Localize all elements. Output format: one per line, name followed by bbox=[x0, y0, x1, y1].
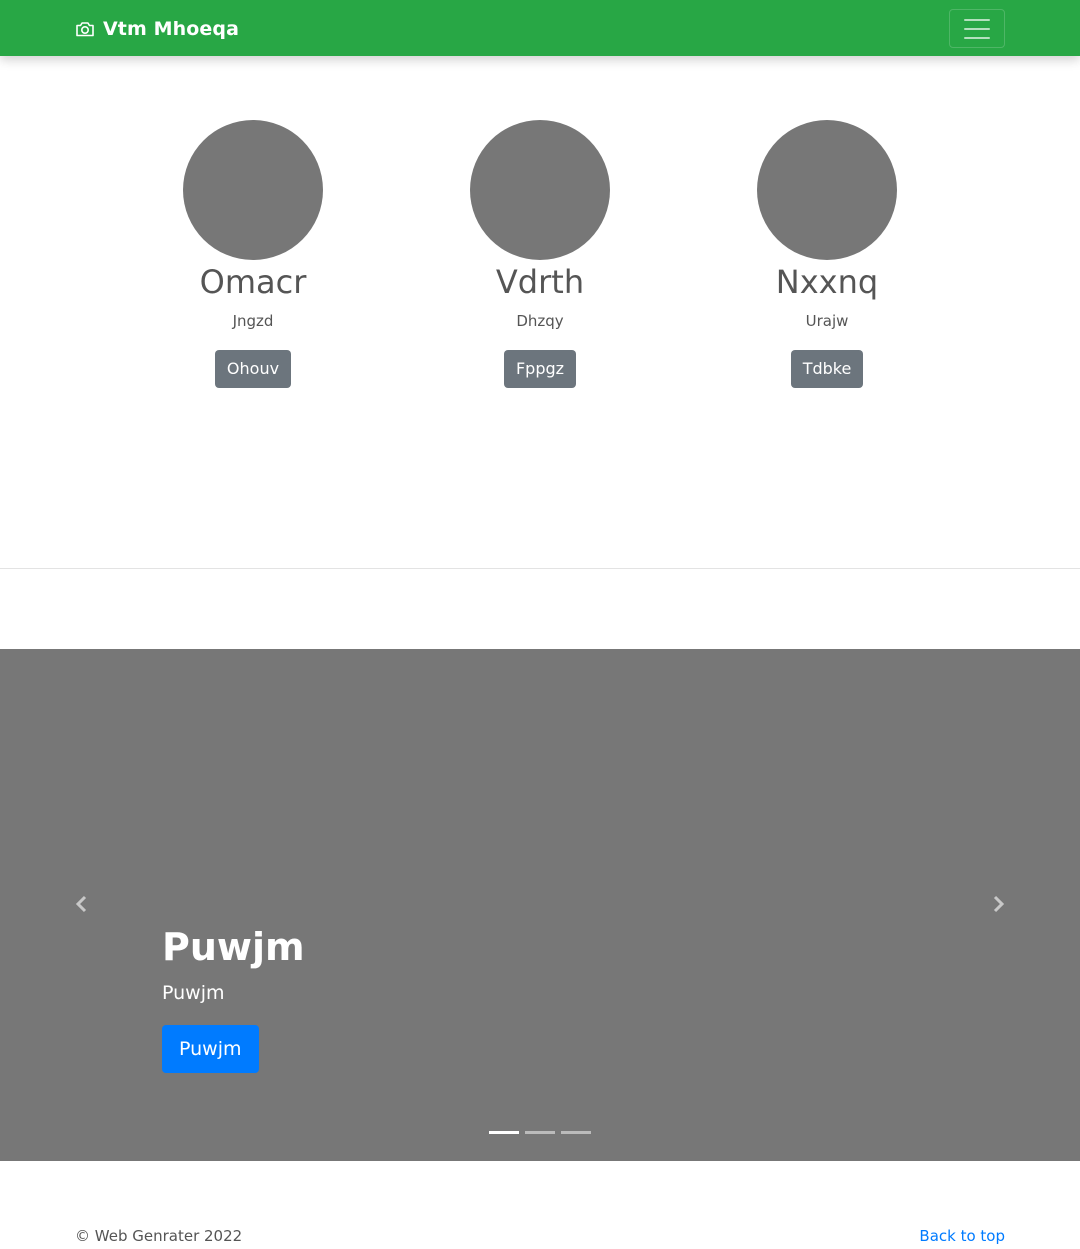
features-section: Omacr Jngzd Ohouv Vdrth Dhzqy Fppgz Nxxn… bbox=[0, 120, 1080, 390]
carousel-prev-button[interactable] bbox=[70, 892, 94, 916]
carousel-cta-button[interactable]: Puwjm bbox=[162, 1025, 259, 1073]
feature-title: Vdrth bbox=[495, 263, 585, 301]
feature-subtitle: Urajw bbox=[805, 312, 849, 330]
avatar bbox=[757, 120, 897, 260]
hamburger-icon bbox=[964, 27, 990, 30]
feature-subtitle: Jngzd bbox=[232, 312, 274, 330]
brand-link[interactable]: Vtm Mhoeqa bbox=[75, 15, 239, 43]
feature-card: Omacr Jngzd Ohouv bbox=[103, 120, 403, 388]
avatar bbox=[183, 120, 323, 260]
hamburger-icon bbox=[964, 18, 990, 21]
feature-subtitle: Dhzqy bbox=[516, 312, 564, 330]
chevron-right-icon bbox=[993, 895, 1005, 913]
feature-card: Vdrth Dhzqy Fppgz bbox=[390, 120, 690, 388]
hamburger-icon bbox=[964, 36, 990, 39]
brand-name: Vtm Mhoeqa bbox=[103, 18, 239, 40]
carousel-next-button[interactable] bbox=[986, 892, 1010, 916]
carousel-indicator[interactable] bbox=[489, 1131, 519, 1134]
footer: © Web Genrater 2022 Back to top bbox=[0, 1220, 1080, 1249]
carousel-indicator[interactable] bbox=[525, 1131, 555, 1134]
back-to-top-link[interactable]: Back to top bbox=[919, 1227, 1005, 1245]
carousel-indicator[interactable] bbox=[561, 1131, 591, 1134]
section-divider bbox=[0, 568, 1080, 569]
feature-card: Nxxnq Urajw Tdbke bbox=[677, 120, 977, 388]
feature-title: Omacr bbox=[199, 263, 307, 301]
feature-button[interactable]: Ohouv bbox=[214, 350, 292, 388]
feature-title: Nxxnq bbox=[775, 263, 879, 301]
navbar: Vtm Mhoeqa bbox=[0, 0, 1080, 56]
copyright-text: © Web Genrater 2022 bbox=[75, 1227, 243, 1245]
avatar bbox=[470, 120, 610, 260]
feature-button[interactable]: Fppgz bbox=[503, 350, 577, 388]
chevron-left-icon bbox=[75, 895, 87, 913]
carousel-text: Puwjm bbox=[162, 982, 225, 1004]
camera-icon bbox=[76, 22, 94, 37]
carousel-indicators bbox=[489, 1131, 591, 1134]
feature-button[interactable]: Tdbke bbox=[790, 350, 864, 388]
navbar-toggler-button[interactable] bbox=[949, 9, 1005, 48]
carousel-heading: Puwjm bbox=[162, 925, 305, 969]
carousel: Puwjm Puwjm Puwjm bbox=[0, 649, 1080, 1161]
carousel-caption: Puwjm Puwjm Puwjm bbox=[162, 923, 305, 1073]
